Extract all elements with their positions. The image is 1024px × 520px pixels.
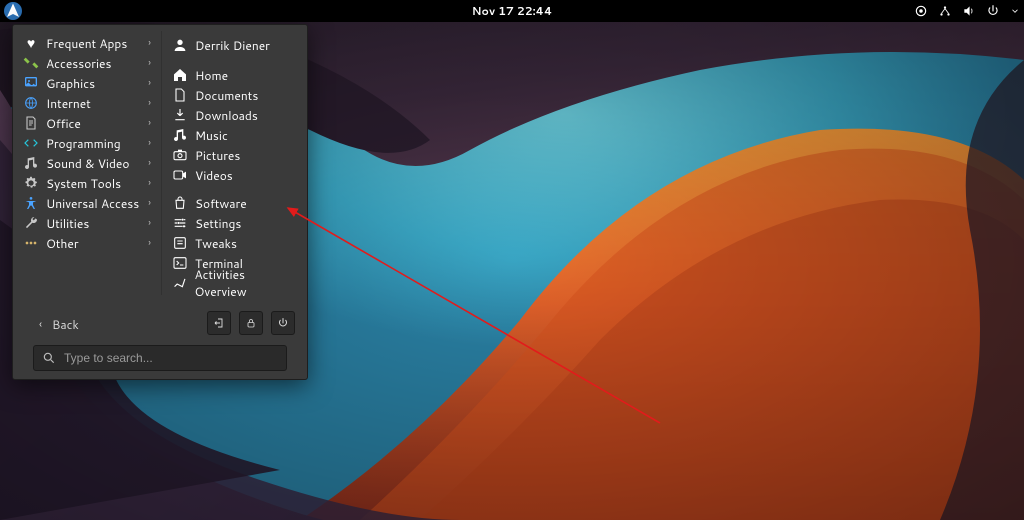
category-office[interactable]: Office › [13, 113, 161, 133]
accessories-icon [23, 55, 39, 71]
category-label: Other [46, 235, 79, 252]
chevron-right-icon: › [148, 236, 151, 250]
code-icon [23, 135, 39, 151]
graphics-icon [23, 75, 39, 91]
back-label: Back [52, 316, 79, 333]
category-sound-video[interactable]: Sound & Video › [13, 153, 161, 173]
heart-icon: ♥ [23, 35, 39, 51]
chevron-right-icon: › [148, 216, 151, 230]
chevron-right-icon: › [148, 156, 151, 170]
place-music[interactable]: Music [162, 125, 307, 145]
shutdown-button[interactable] [271, 311, 295, 335]
tweaks-icon [172, 235, 188, 251]
place-videos[interactable]: Videos [162, 165, 307, 185]
chevron-right-icon: › [148, 116, 151, 130]
category-system-tools[interactable]: System Tools › [13, 173, 161, 193]
tray-misc-icon[interactable] [914, 4, 928, 18]
accessibility-icon [23, 195, 39, 211]
music-icon [23, 155, 39, 171]
clock[interactable]: Nov 17 22:44 [472, 3, 553, 19]
places-system-list: Derrik Diener Home Documents Downloads M… [162, 31, 307, 295]
system-label: Tweaks [195, 235, 237, 252]
chevron-right-icon: › [148, 56, 151, 70]
home-icon [172, 67, 188, 83]
globe-icon [23, 95, 39, 111]
gear-icon [23, 175, 39, 191]
logout-button[interactable] [207, 311, 231, 335]
lock-button[interactable] [239, 311, 263, 335]
category-programming[interactable]: Programming › [13, 133, 161, 153]
category-label: Utilities [46, 215, 89, 232]
user-icon [172, 37, 188, 53]
category-label: Sound & Video [46, 155, 129, 172]
place-label: Videos [195, 167, 233, 184]
system-software[interactable]: Software [162, 193, 307, 213]
chevron-right-icon: › [148, 36, 151, 50]
place-pictures[interactable]: Pictures [162, 145, 307, 165]
chevron-right-icon: › [148, 96, 151, 110]
activities-button[interactable] [4, 2, 22, 20]
category-universal-access[interactable]: Universal Access › [13, 193, 161, 213]
place-documents[interactable]: Documents [162, 85, 307, 105]
category-label: Frequent Apps [46, 35, 127, 52]
category-frequent-apps[interactable]: ♥ Frequent Apps › [13, 33, 161, 53]
category-label: Office [46, 115, 81, 132]
wrench-icon [23, 215, 39, 231]
video-icon [172, 167, 188, 183]
chevron-right-icon: › [148, 176, 151, 190]
system-label: Settings [195, 215, 241, 232]
system-label: Software [195, 195, 247, 212]
document-icon [172, 87, 188, 103]
place-home[interactable]: Home [162, 65, 307, 85]
search-icon [42, 351, 56, 365]
back-button[interactable]: ‹ Back [23, 314, 89, 334]
download-icon [172, 107, 188, 123]
activities-icon [172, 275, 188, 291]
category-utilities[interactable]: Utilities › [13, 213, 161, 233]
place-label: Documents [195, 87, 258, 104]
application-menu: ♥ Frequent Apps › Accessories › Graphics … [12, 24, 308, 380]
category-label: Accessories [46, 55, 111, 72]
user-name: Derrik Diener [195, 37, 270, 54]
place-label: Downloads [195, 107, 258, 124]
category-label: Graphics [46, 75, 95, 92]
place-label: Home [195, 67, 228, 84]
sliders-icon [172, 215, 188, 231]
chevron-right-icon: › [148, 136, 151, 150]
menu-footer: ‹ Back [13, 295, 307, 371]
session-buttons [207, 305, 297, 343]
place-label: Music [195, 127, 228, 144]
music-note-icon [172, 127, 188, 143]
category-list: ♥ Frequent Apps › Accessories › Graphics … [13, 31, 162, 295]
category-label: Programming [46, 135, 121, 152]
system-activities[interactable]: Activities Overview [162, 273, 307, 293]
power-icon[interactable] [986, 4, 1000, 18]
category-internet[interactable]: Internet › [13, 93, 161, 113]
office-icon [23, 115, 39, 131]
category-label: Internet [46, 95, 91, 112]
chevron-left-icon: ‹ [39, 316, 42, 332]
category-label: System Tools [46, 175, 121, 192]
chevron-right-icon: › [148, 196, 151, 210]
search-input[interactable] [62, 350, 278, 366]
category-label: Universal Access [46, 195, 139, 212]
search-field[interactable] [33, 345, 287, 371]
category-other[interactable]: Other › [13, 233, 161, 253]
place-downloads[interactable]: Downloads [162, 105, 307, 125]
network-icon[interactable] [938, 4, 952, 18]
volume-icon[interactable] [962, 4, 976, 18]
bag-icon [172, 195, 188, 211]
top-panel: Nov 17 22:44 [0, 0, 1024, 22]
camera-icon [172, 147, 188, 163]
other-icon [23, 235, 39, 251]
chevron-right-icon: › [148, 76, 151, 90]
system-tweaks[interactable]: Tweaks [162, 233, 307, 253]
place-label: Pictures [195, 147, 240, 164]
system-settings[interactable]: Settings [162, 213, 307, 233]
category-graphics[interactable]: Graphics › [13, 73, 161, 93]
category-accessories[interactable]: Accessories › [13, 53, 161, 73]
chevron-down-icon[interactable] [1010, 4, 1020, 18]
user-row: Derrik Diener [162, 33, 307, 57]
